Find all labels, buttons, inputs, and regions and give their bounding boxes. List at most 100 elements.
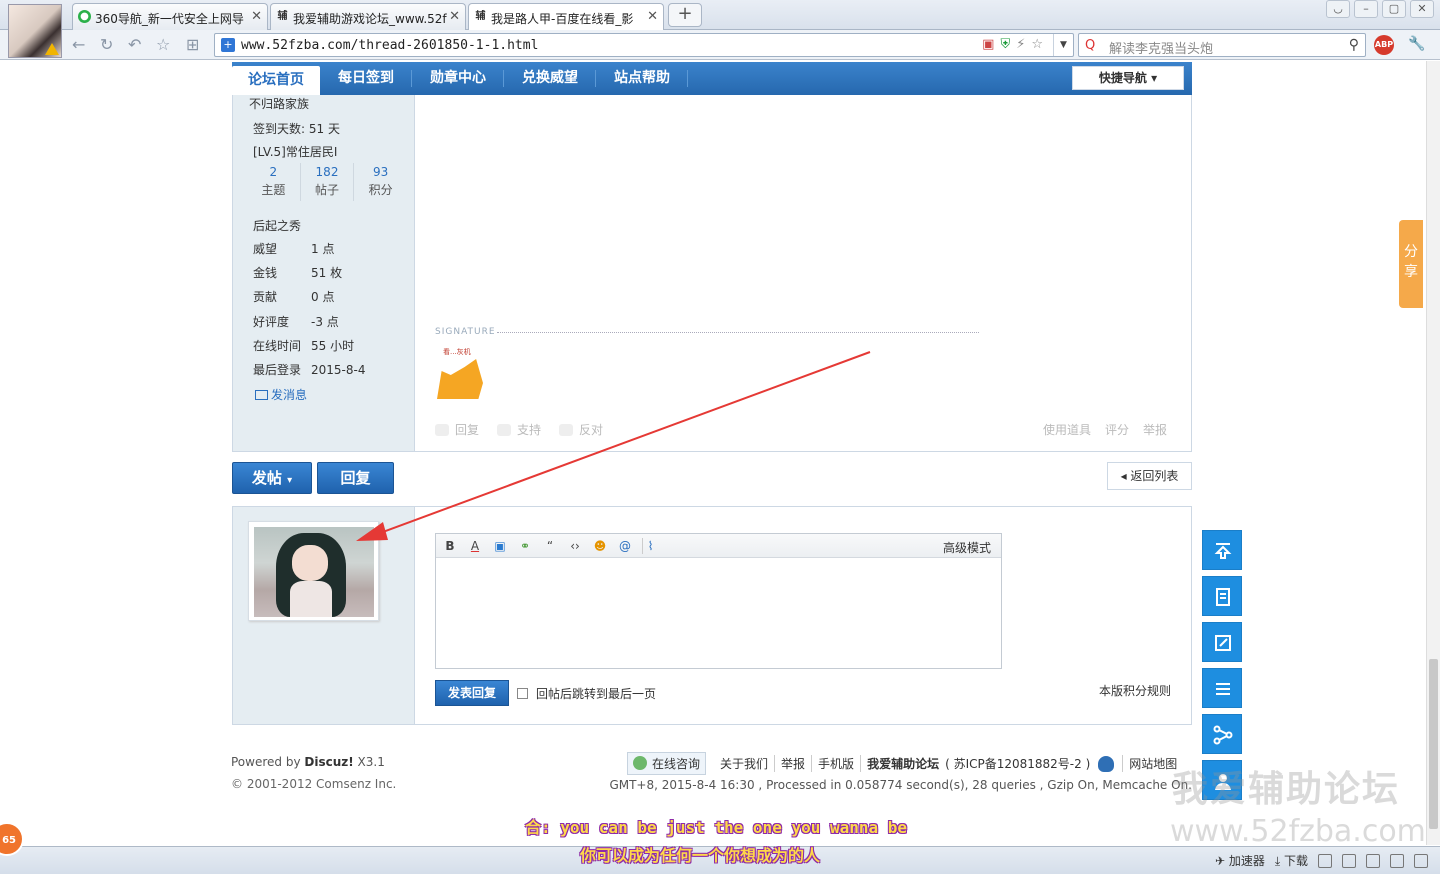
nav-medal-center[interactable]: 勋章中心 — [412, 62, 504, 95]
advanced-mode-link[interactable]: 高级模式 — [943, 539, 991, 556]
refresh-icon[interactable]: ↻ — [100, 36, 113, 54]
tools-icon[interactable]: 🔧 — [1408, 36, 1425, 52]
media-icon[interactable]: ▣ — [982, 37, 994, 52]
search-input[interactable]: 解读李克强当头炮 — [1109, 38, 1213, 57]
bold-icon[interactable]: B — [442, 538, 458, 554]
lightning-icon[interactable]: ⚡ — [1016, 37, 1025, 52]
menu-button[interactable] — [1202, 668, 1242, 708]
star-icon[interactable]: ☆ — [156, 36, 170, 54]
close-icon[interactable]: ✕ — [449, 9, 460, 24]
nav-forum-home[interactable]: 论坛首页 — [232, 66, 320, 95]
quick-nav-button[interactable]: 快捷导航 ▾ — [1072, 66, 1184, 90]
zoom-icon[interactable] — [1414, 853, 1428, 868]
nav-daily-checkin[interactable]: 每日签到 — [320, 62, 412, 95]
font-color-icon[interactable]: A — [467, 538, 483, 554]
download-button[interactable]: ⤓ 下载 — [1275, 852, 1308, 869]
browser-tab-360[interactable]: ● 360导航_新一代安全上网导 ✕ — [72, 3, 268, 30]
chevron-down-icon[interactable]: ▼ — [1053, 34, 1073, 56]
reply-action[interactable]: 回复 — [435, 421, 479, 438]
avatar[interactable] — [248, 521, 379, 621]
about-us-link[interactable]: 关于我们 — [714, 755, 774, 772]
envelope-icon — [255, 390, 268, 400]
back-to-list-button[interactable]: ◂ 返回列表 — [1107, 462, 1192, 490]
post-tools: 使用道具 评分 举报 — [1043, 421, 1167, 438]
bookmark-star-icon[interactable]: ☆ — [1031, 37, 1043, 52]
server-info: GMT+8, 2015-8-4 16:30 , Processed in 0.0… — [609, 778, 1192, 792]
online-consult-button[interactable]: 在线咨询 — [627, 752, 707, 775]
code-icon[interactable]: ‹› — [567, 538, 583, 554]
reply-button[interactable]: 回复 — [317, 462, 394, 494]
security-badge-icon[interactable] — [1098, 755, 1115, 772]
adblock-icon[interactable]: ABP — [1374, 35, 1394, 55]
smiley-icon[interactable]: ☻ — [592, 538, 608, 554]
sound-icon[interactable] — [1366, 853, 1380, 868]
apps-icon[interactable]: ⊞ — [186, 36, 199, 54]
rate-link[interactable]: 评分 — [1105, 421, 1129, 438]
trash-icon[interactable] — [1342, 853, 1356, 868]
mobile-link[interactable]: 手机版 — [811, 755, 860, 772]
url-text[interactable]: www.52fzba.com/thread-2601850-1-1.html — [241, 38, 538, 53]
attachment-icon[interactable]: ⌇ — [642, 538, 658, 554]
skin-icon[interactable]: ◡ — [1326, 0, 1350, 18]
use-item-link[interactable]: 使用道具 — [1043, 421, 1091, 438]
browser-user-avatar[interactable] — [8, 4, 62, 58]
send-message-link[interactable]: 发消息 — [255, 386, 307, 403]
zoom-in-icon[interactable] — [1318, 853, 1332, 868]
accelerator-button[interactable]: ✈ 加速器 — [1215, 852, 1265, 869]
screen-icon[interactable] — [1390, 853, 1404, 868]
search-bar[interactable]: Q 解读李克强当头炮 ⚲ — [1078, 33, 1366, 57]
field-key: 金钱 — [253, 266, 278, 280]
scrollbar-thumb[interactable] — [1429, 659, 1438, 829]
menu-icon — [1216, 683, 1230, 695]
reply-textarea[interactable] — [436, 558, 1001, 668]
stat-points[interactable]: 93 积分 — [354, 163, 407, 201]
new-post-button[interactable]: 发帖 ▾ — [232, 462, 312, 494]
report-link[interactable]: 举报 — [774, 755, 811, 772]
search-engine-icon: Q — [1085, 38, 1096, 53]
chevron-down-icon: ▾ — [287, 475, 293, 486]
back-arrow-icon[interactable]: ← — [72, 36, 85, 54]
minimize-button[interactable]: – — [1354, 0, 1378, 18]
points-rules-link[interactable]: 本版积分规则 — [1099, 682, 1171, 699]
discuz-link[interactable]: Discuz! — [304, 755, 353, 769]
back-to-top-button[interactable] — [1202, 530, 1242, 570]
new-tab-button[interactable]: + — [668, 3, 702, 27]
nav-site-help[interactable]: 站点帮助 — [596, 62, 688, 95]
stat-threads[interactable]: 2 主题 — [247, 163, 301, 201]
close-window-button[interactable]: ✕ — [1410, 0, 1434, 18]
safe-shield-icon[interactable]: ⛨ — [1000, 37, 1010, 52]
report-link[interactable]: 举报 — [1143, 421, 1167, 438]
maximize-button[interactable]: ▢ — [1382, 0, 1406, 18]
quick-post-button[interactable] — [1202, 622, 1242, 662]
link-icon[interactable]: ⚭ — [517, 538, 533, 554]
share-button[interactable] — [1202, 714, 1242, 754]
close-icon[interactable]: ✕ — [251, 9, 262, 24]
jump-last-page-checkbox[interactable] — [517, 687, 528, 699]
undo-icon[interactable]: ↶ — [128, 36, 141, 54]
browser-tab-forum[interactable]: 辅 我爱辅助游戏论坛_www.52f ✕ — [270, 3, 466, 30]
browser-nav-bar: ← ↻ ↶ ☆ ⊞ + www.52fzba.com/thread-260185… — [0, 30, 1440, 60]
site-name-link[interactable]: 我爱辅助论坛 — [860, 755, 945, 772]
stat-posts[interactable]: 182 帖子 — [301, 163, 355, 201]
field-value: 0 点 — [311, 290, 335, 304]
share-tab[interactable]: 分享 — [1399, 220, 1423, 308]
field-key: 贡献 — [253, 290, 278, 304]
mention-icon[interactable]: @ — [617, 538, 633, 554]
browser-tab-video[interactable]: 辅 我是路人甲-百度在线看_影 ✕ — [468, 3, 664, 30]
post-list-button[interactable] — [1202, 576, 1242, 616]
search-icon[interactable]: ⚲ — [1349, 37, 1359, 53]
360-icon: ● — [78, 10, 91, 23]
oppose-action[interactable]: 反对 — [559, 421, 603, 438]
address-bar[interactable]: + www.52fzba.com/thread-2601850-1-1.html… — [214, 33, 1074, 57]
close-icon[interactable]: ✕ — [647, 9, 658, 24]
nav-exchange-prestige[interactable]: 兑换威望 — [504, 62, 596, 95]
support-action[interactable]: 支持 — [497, 421, 541, 438]
profile-field: 在线时间 55 小时 — [253, 337, 354, 354]
quote-icon[interactable]: “ — [542, 538, 558, 554]
vertical-scrollbar[interactable] — [1426, 61, 1440, 845]
new-post-label: 发帖 — [251, 469, 282, 487]
cartoon-cat-image — [437, 359, 483, 399]
submit-reply-button[interactable]: 发表回复 — [435, 680, 509, 706]
icp-link[interactable]: ( 苏ICP备12081882号-2 ) — [945, 755, 1090, 772]
image-icon[interactable]: ▣ — [492, 538, 508, 554]
